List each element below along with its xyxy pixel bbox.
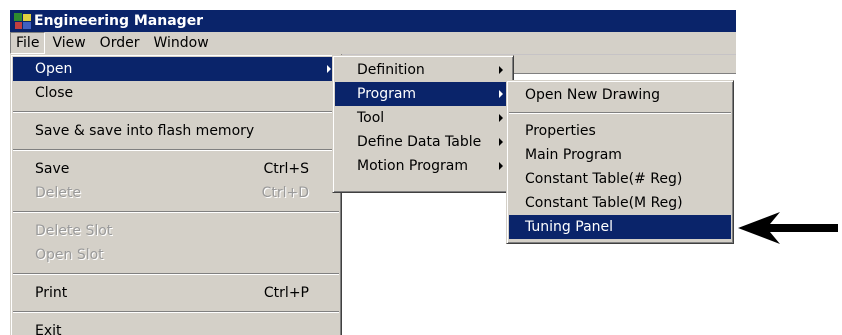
menu-separator <box>13 211 339 213</box>
app-window: Engineering Manager File View Order Wind… <box>10 10 736 335</box>
window-title: Engineering Manager <box>34 13 204 29</box>
app-icon <box>13 12 33 30</box>
submenu-item-constant-table-hash-reg[interactable]: Constant Table(# Reg) <box>509 167 731 191</box>
menu-item-delete-slot: Delete Slot <box>13 219 339 243</box>
menu-separator <box>13 149 339 151</box>
submenu-item-properties[interactable]: Properties <box>509 119 731 143</box>
title-bar: Engineering Manager <box>10 10 736 32</box>
shortcut-label: Ctrl+D <box>261 185 309 201</box>
submenu-item-tuning-panel-label: Tuning Panel <box>525 219 614 235</box>
submenu-item-motion-program-label: Motion Program <box>357 158 468 174</box>
shortcut-label: Ctrl+S <box>263 161 309 177</box>
submenu-item-main-program[interactable]: Main Program <box>509 143 731 167</box>
menu-file[interactable]: File <box>10 32 46 54</box>
submenu-item-tuning-panel[interactable]: Tuning Panel <box>509 215 731 239</box>
menu-window[interactable]: Window <box>146 33 215 53</box>
submenu-item-properties-label: Properties <box>525 123 596 139</box>
menu-item-close[interactable]: Close <box>13 81 339 105</box>
submenu-item-tool-label: Tool <box>357 110 385 126</box>
open-submenu: Definition Program Tool Define Data Tabl… <box>332 55 514 193</box>
program-submenu: Open New Drawing Properties Main Program… <box>506 80 734 244</box>
menu-item-exit[interactable]: Exit <box>13 319 339 335</box>
chevron-right-icon <box>499 114 503 122</box>
submenu-item-constant-table-m-reg[interactable]: Constant Table(M Reg) <box>509 191 731 215</box>
chevron-right-icon <box>499 90 503 98</box>
submenu-item-constant-table-hash-reg-label: Constant Table(# Reg) <box>525 171 683 187</box>
file-menu: Open Close Save & save into flash memory… <box>10 54 342 335</box>
menu-item-delete-slot-label: Delete Slot <box>35 223 113 239</box>
menu-item-open[interactable]: Open <box>13 57 339 81</box>
shortcut-label: Ctrl+P <box>263 285 309 301</box>
chevron-right-icon <box>499 66 503 74</box>
menu-item-save-label: Save <box>35 161 70 177</box>
menu-item-print[interactable]: Print Ctrl+P <box>13 281 339 305</box>
menu-item-close-label: Close <box>35 85 74 101</box>
menu-separator <box>13 311 339 313</box>
submenu-item-open-new-drawing-label: Open New Drawing <box>525 87 661 103</box>
submenu-item-program[interactable]: Program <box>335 82 511 106</box>
submenu-item-motion-program[interactable]: Motion Program <box>335 154 511 178</box>
submenu-item-constant-table-m-reg-label: Constant Table(M Reg) <box>525 195 683 211</box>
submenu-item-definition[interactable]: Definition <box>335 58 511 82</box>
pointer-arrow-icon <box>738 212 838 244</box>
menu-separator <box>13 273 339 275</box>
toolbar-strip <box>508 55 736 74</box>
menu-view[interactable]: View <box>45 33 92 53</box>
submenu-item-open-new-drawing[interactable]: Open New Drawing <box>509 83 731 107</box>
chevron-right-icon <box>499 162 503 170</box>
menu-item-save[interactable]: Save Ctrl+S <box>13 157 339 181</box>
submenu-item-define-data-table-label: Define Data Table <box>357 134 482 150</box>
menu-order[interactable]: Order <box>93 33 147 53</box>
submenu-item-tool[interactable]: Tool <box>335 106 511 130</box>
menu-item-open-label: Open <box>35 61 73 77</box>
menu-separator <box>509 112 731 114</box>
menu-bar: File View Order Window <box>10 32 736 54</box>
menu-separator <box>13 111 339 113</box>
submenu-item-program-label: Program <box>357 86 417 102</box>
menu-item-open-slot: Open Slot <box>13 243 339 267</box>
menu-item-save-flash[interactable]: Save & save into flash memory <box>13 119 339 143</box>
submenu-item-definition-label: Definition <box>357 62 425 78</box>
chevron-right-icon <box>499 138 503 146</box>
menu-item-exit-label: Exit <box>35 323 62 335</box>
menu-item-delete: Delete Ctrl+D <box>13 181 339 205</box>
submenu-item-main-program-label: Main Program <box>525 147 622 163</box>
menu-item-delete-label: Delete <box>35 185 81 201</box>
menu-item-print-label: Print <box>35 285 68 301</box>
chevron-right-icon <box>327 65 331 73</box>
menu-item-save-flash-label: Save & save into flash memory <box>35 123 255 139</box>
menu-item-open-slot-label: Open Slot <box>35 247 104 263</box>
submenu-item-define-data-table[interactable]: Define Data Table <box>335 130 511 154</box>
